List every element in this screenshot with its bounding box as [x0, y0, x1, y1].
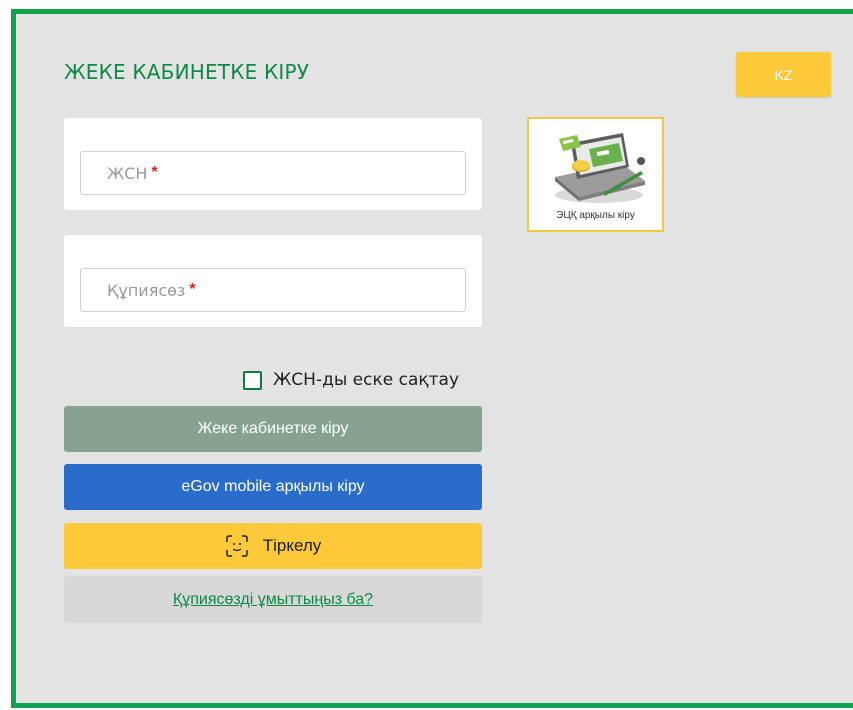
language-button[interactable]: KZ: [736, 52, 831, 97]
required-mark: *: [151, 164, 158, 181]
eds-login-tile[interactable]: ЭЦҚ арқылы кіру: [527, 117, 664, 232]
egov-mobile-button[interactable]: eGov mobile арқылы кіру: [64, 464, 482, 510]
eds-login-label: ЭЦҚ арқылы кіру: [556, 210, 635, 221]
iin-placeholder: ЖСН: [107, 163, 148, 183]
forgot-password-link[interactable]: Құпиясөзді ұмыттыңыз ба?: [64, 576, 482, 623]
password-card: Құпиясөз *: [64, 235, 482, 327]
login-button[interactable]: Жеке кабинетке кіру: [64, 406, 482, 452]
required-mark: *: [189, 281, 196, 298]
password-placeholder: Құпиясөз: [107, 280, 186, 300]
face-scan-icon: [225, 535, 249, 557]
register-button[interactable]: Тіркелу: [64, 523, 482, 569]
remember-iin[interactable]: ЖСН-ды еске сақтау: [243, 369, 459, 391]
page-title: ЖЕКЕ КАБИНЕТКЕ КІРУ: [64, 60, 310, 84]
certificate-card-icon: [555, 133, 645, 203]
iin-input[interactable]: ЖСН *: [80, 151, 466, 195]
register-label: Тіркелу: [262, 536, 322, 555]
password-input[interactable]: Құпиясөз *: [80, 268, 466, 312]
remember-checkbox[interactable]: [243, 370, 262, 390]
iin-card: ЖСН *: [64, 118, 482, 210]
remember-label: ЖСН-ды еске сақтау: [273, 370, 460, 390]
